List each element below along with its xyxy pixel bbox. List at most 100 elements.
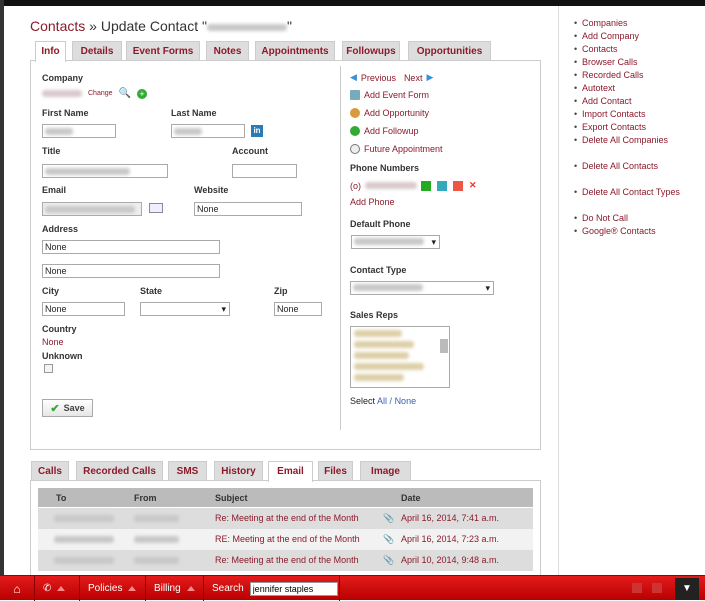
attachment-icon[interactable]: 📎 [383, 529, 394, 550]
add-opportunity-link[interactable]: Add Opportunity [364, 108, 429, 118]
email-input[interactable] [42, 202, 142, 216]
tab-recorded-calls[interactable]: Recorded Calls [76, 461, 163, 481]
unknown-checkbox[interactable] [44, 364, 53, 373]
last-name-input[interactable] [171, 124, 245, 138]
add-opportunity-icon [350, 108, 360, 118]
from-redacted [134, 515, 179, 522]
sidebar-item[interactable]: Autotext [574, 82, 702, 95]
tab-history[interactable]: History [214, 461, 263, 481]
to-redacted [54, 536, 114, 543]
select-all-link[interactable]: All [377, 396, 387, 406]
change-company-link[interactable]: Change [88, 90, 113, 97]
email-subject-link[interactable]: Re: Meeting at the end of the Month [215, 508, 359, 529]
sidebar-item[interactable]: Add Company [574, 30, 702, 43]
search-input[interactable] [249, 581, 338, 596]
col-from[interactable]: From [134, 493, 157, 503]
sidebar-item[interactable]: Google® Contacts [574, 225, 702, 238]
sidebar-item[interactable]: Delete All Contact Types [574, 186, 702, 199]
tab-event-forms[interactable]: Event Forms [126, 41, 200, 61]
sidebar-item[interactable]: Delete All Contacts [574, 160, 702, 173]
browser-call-icon[interactable] [437, 180, 447, 191]
email-subject-link[interactable]: RE: Meeting at the end of the Month [215, 529, 360, 550]
col-date[interactable]: Date [401, 493, 421, 503]
linkedin-icon[interactable]: in [251, 125, 263, 137]
breadcrumb-contacts-link[interactable]: Contacts [30, 18, 85, 34]
tab-sms[interactable]: SMS [168, 461, 207, 481]
previous-arrow-icon[interactable]: ◀ [350, 72, 357, 83]
tab-image[interactable]: Image [360, 461, 411, 481]
website-input[interactable]: None [194, 202, 302, 216]
tab-followups[interactable]: Followups [342, 41, 400, 61]
next-link[interactable]: Next [404, 73, 423, 83]
account-label: Account [232, 146, 268, 156]
collapse-toolbar-button[interactable]: ▼ [675, 578, 699, 600]
default-phone-select[interactable]: ▾ [351, 235, 440, 249]
add-company-icon[interactable]: + [136, 88, 147, 99]
account-input[interactable] [232, 164, 297, 178]
country-value[interactable]: None [42, 337, 64, 347]
attachment-icon[interactable]: 📎 [383, 550, 394, 571]
next-arrow-icon[interactable]: ▶ [426, 72, 433, 83]
email-subject-link[interactable]: Re: Meeting at the end of the Month [215, 550, 359, 571]
table-row[interactable]: Re: Meeting at the end of the Month 📎 Apri… [38, 550, 533, 571]
city-input[interactable]: None [42, 302, 125, 316]
facebook-icon[interactable] [652, 583, 662, 593]
email-table-header: To From Subject Date [38, 488, 533, 507]
address-line2-input[interactable]: None [42, 264, 220, 278]
tab-details[interactable]: Details [72, 41, 122, 61]
sms-icon[interactable] [453, 180, 463, 191]
caret-up-icon [186, 586, 195, 591]
search-icon[interactable]: 🔍 [119, 88, 131, 99]
table-row[interactable]: RE: Meeting at the end of the Month 📎 Apri… [38, 529, 533, 550]
add-followup-icon [350, 126, 360, 136]
sidebar-item[interactable]: Add Contact [574, 95, 702, 108]
first-name-input[interactable] [42, 124, 116, 138]
future-appointment-link[interactable]: Future Appointment [364, 144, 443, 154]
billing-menu[interactable]: Billing [146, 576, 204, 601]
company-name-redacted[interactable] [42, 90, 82, 97]
caret-up-icon [57, 586, 66, 591]
sidebar-item[interactable]: Delete All Companies [574, 134, 702, 147]
add-phone-link[interactable]: Add Phone [350, 197, 395, 207]
sidebar-item[interactable]: Contacts [574, 43, 702, 56]
zip-input[interactable]: None [274, 302, 322, 316]
col-subject[interactable]: Subject [215, 493, 248, 503]
attachment-icon[interactable]: 📎 [383, 508, 394, 529]
delete-phone-icon[interactable]: ✕ [469, 180, 477, 191]
sidebar-item[interactable]: Companies [574, 17, 702, 30]
sidebar-item[interactable]: Browser Calls [574, 56, 702, 69]
sidebar-item[interactable]: Import Contacts [574, 108, 702, 121]
save-label: Save [63, 403, 85, 413]
call-phone-icon[interactable] [421, 180, 431, 191]
home-button[interactable]: ⌂ [0, 576, 35, 601]
window-frame [0, 0, 705, 6]
sidebar-item[interactable]: Export Contacts [574, 121, 702, 134]
sales-reps-listbox[interactable] [350, 326, 450, 388]
tab-info[interactable]: Info [35, 41, 66, 62]
add-event-form-link[interactable]: Add Event Form [364, 90, 429, 100]
sidebar-item[interactable]: Do Not Call [574, 212, 702, 225]
to-redacted [54, 515, 114, 522]
previous-link[interactable]: Previous [361, 73, 396, 83]
tab-files[interactable]: Files [318, 461, 353, 481]
contact-type-select[interactable]: ▾ [350, 281, 494, 295]
tab-appointments[interactable]: Appointments [255, 41, 335, 61]
tab-calls[interactable]: Calls [31, 461, 69, 481]
address-line1-input[interactable]: None [42, 240, 220, 254]
title-input[interactable] [42, 164, 168, 178]
tab-notes[interactable]: Notes [206, 41, 249, 61]
phone-menu-button[interactable]: ✆ [35, 576, 80, 601]
sidebar-item[interactable]: Recorded Calls [574, 69, 702, 82]
twitter-icon[interactable] [632, 583, 642, 593]
send-email-icon[interactable] [149, 203, 163, 213]
save-button[interactable]: ✔ Save [42, 399, 93, 417]
tab-email[interactable]: Email [268, 461, 313, 482]
tab-opportunities[interactable]: Opportunities [408, 41, 491, 61]
scrollbar-thumb[interactable] [440, 339, 448, 353]
add-followup-link[interactable]: Add Followup [364, 126, 419, 136]
col-to[interactable]: To [56, 493, 66, 503]
select-none-link[interactable]: None [395, 396, 417, 406]
state-select[interactable]: ▾ [140, 302, 230, 316]
policies-menu[interactable]: Policies [80, 576, 146, 601]
table-row[interactable]: Re: Meeting at the end of the Month 📎 Apri… [38, 508, 533, 529]
